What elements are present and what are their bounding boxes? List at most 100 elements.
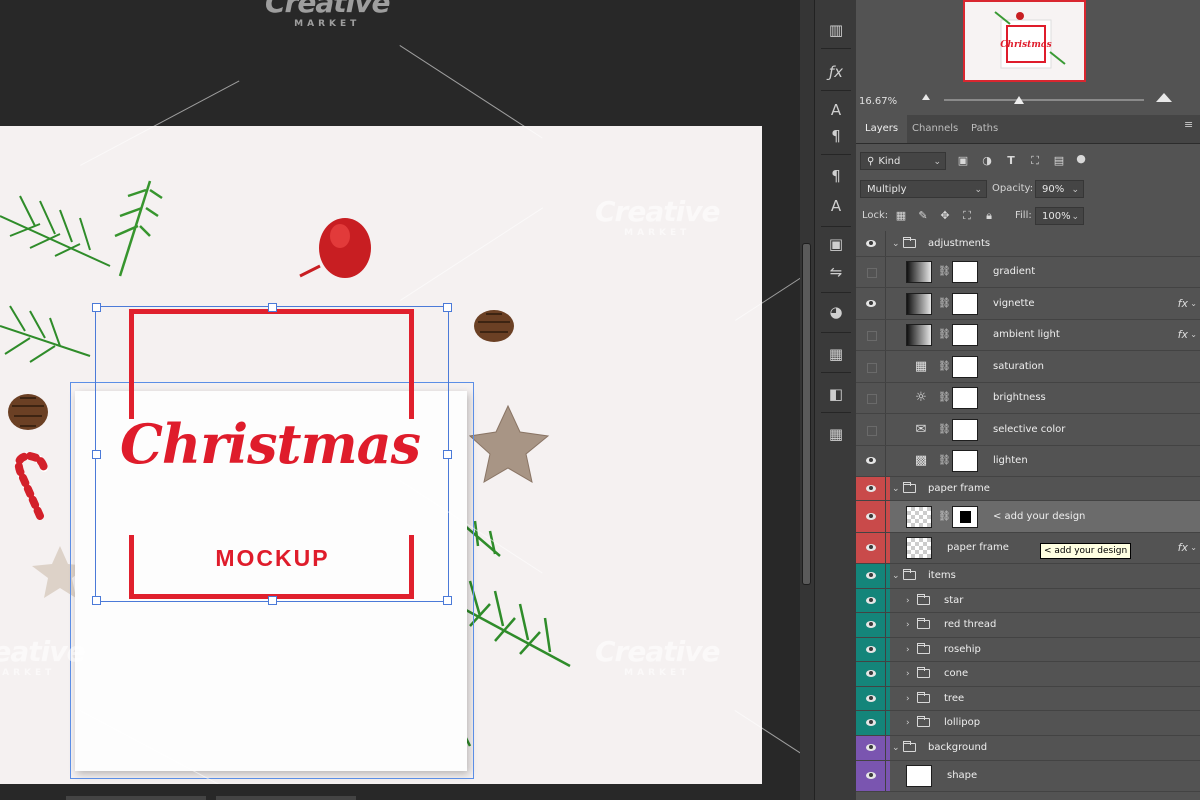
layer-name[interactable]: red thread <box>944 618 996 632</box>
expand-caret-icon[interactable]: ⌄ <box>892 483 900 495</box>
link-icon[interactable]: ⛓ <box>938 391 951 405</box>
transform-handle-left[interactable] <box>92 450 101 459</box>
visibility-toggle[interactable] <box>856 761 886 791</box>
layer-row[interactable]: ⌄ adjustments <box>856 231 1200 257</box>
visibility-toggle[interactable] <box>856 351 886 382</box>
histogram-icon[interactable]: ▥ <box>823 18 849 42</box>
layer-name[interactable]: gradient <box>993 265 1035 279</box>
link-icon[interactable]: ⛓ <box>938 265 951 279</box>
layer-row[interactable]: › rosehip <box>856 638 1200 662</box>
layer-name[interactable]: paper frame <box>947 541 1009 555</box>
effects-fx-icon[interactable]: fx <box>1178 328 1188 342</box>
transform-handle-top-right[interactable] <box>443 303 452 312</box>
layer-row[interactable]: › tree <box>856 687 1200 711</box>
visibility-toggle[interactable] <box>856 711 886 735</box>
layer-row[interactable]: ⛓ < add your design <box>856 501 1200 533</box>
layer-name[interactable]: paper frame <box>928 482 990 496</box>
layer-name[interactable]: saturation <box>993 360 1044 374</box>
transform-handle-bottom-right[interactable] <box>443 596 452 605</box>
visibility-toggle[interactable] <box>856 613 886 637</box>
visibility-toggle[interactable] <box>856 257 886 287</box>
transform-bounding-box[interactable] <box>95 306 449 602</box>
transform-handle-bottom-left[interactable] <box>92 596 101 605</box>
layer-name[interactable]: rosehip <box>944 643 981 657</box>
expand-caret-icon[interactable]: ⌄ <box>892 570 900 582</box>
layer-name[interactable]: selective color <box>993 423 1065 437</box>
visibility-toggle[interactable] <box>856 736 886 760</box>
layer-name[interactable]: vignette <box>993 297 1035 311</box>
transform-handle-top[interactable] <box>268 303 277 312</box>
layer-row[interactable]: ⛓ vignette fx ⌄ <box>856 288 1200 320</box>
layer-name[interactable]: < add your design <box>993 510 1085 524</box>
visibility-toggle[interactable] <box>856 477 886 500</box>
paragraph-styles-icon[interactable]: ¶ <box>823 164 849 188</box>
link-icon[interactable]: ⛓ <box>938 510 951 524</box>
link-icon[interactable]: ⛓ <box>938 423 951 437</box>
scrollbar-thumb[interactable] <box>802 243 811 585</box>
layer-row[interactable]: paper frame fx ⌄ <box>856 533 1200 564</box>
swatches-palette-icon[interactable]: ◕ <box>823 300 849 324</box>
layer-row[interactable]: ⛓ gradient <box>856 257 1200 288</box>
visibility-toggle[interactable] <box>856 414 886 445</box>
layer-name[interactable]: star <box>944 594 963 608</box>
layer-row[interactable]: ⌄ items <box>856 564 1200 589</box>
layer-row[interactable]: shape <box>856 761 1200 792</box>
visibility-toggle[interactable] <box>856 446 886 476</box>
visibility-toggle[interactable] <box>856 687 886 710</box>
visibility-toggle[interactable] <box>856 638 886 661</box>
transform-handle-right[interactable] <box>443 450 452 459</box>
layer-name[interactable]: lollipop <box>944 716 980 730</box>
layer-name[interactable]: lighten <box>993 454 1028 468</box>
canvas-vertical-scrollbar[interactable] <box>800 0 814 800</box>
layer-name[interactable]: cone <box>944 667 968 681</box>
layer-name[interactable]: adjustments <box>928 237 990 251</box>
effects-fx-icon[interactable]: fx <box>1178 297 1188 311</box>
table-icon[interactable]: ▦ <box>823 422 849 446</box>
chevron-down-icon[interactable]: ⌄ <box>1190 298 1197 310</box>
chevron-down-icon[interactable]: ⌄ <box>1190 329 1197 341</box>
link-icon[interactable]: ⛓ <box>938 297 951 311</box>
grid-icon[interactable]: ▦ <box>823 342 849 366</box>
layer-name[interactable]: shape <box>947 769 977 783</box>
layer-name[interactable]: brightness <box>993 391 1046 405</box>
visibility-toggle[interactable] <box>856 231 886 256</box>
expand-caret-icon[interactable]: ⌄ <box>892 742 900 754</box>
layer-row[interactable]: ⌄ paper frame <box>856 477 1200 501</box>
expand-caret-icon[interactable]: ⌄ <box>892 238 900 250</box>
expand-caret-icon[interactable]: › <box>906 693 910 705</box>
layer-row[interactable]: ✉ ⛓ selective color <box>856 414 1200 446</box>
layer-row[interactable]: ▩ ⛓ lighten <box>856 446 1200 477</box>
adjustments-icon[interactable]: ⇋ <box>823 260 849 284</box>
paragraph-icon[interactable]: ¶ <box>823 124 849 148</box>
styles-fx-icon[interactable]: ƒx <box>823 60 849 84</box>
expand-caret-icon[interactable]: › <box>906 619 910 631</box>
visibility-toggle[interactable] <box>856 564 886 588</box>
visibility-toggle[interactable] <box>856 662 886 686</box>
layer-name[interactable]: ambient light <box>993 328 1060 342</box>
layer-row[interactable]: ▦ ⛓ saturation <box>856 351 1200 383</box>
expand-caret-icon[interactable]: › <box>906 595 910 607</box>
expand-caret-icon[interactable]: › <box>906 717 910 729</box>
chevron-down-icon[interactable]: ⌄ <box>1190 542 1197 554</box>
visibility-toggle[interactable] <box>856 288 886 319</box>
expand-caret-icon[interactable]: › <box>906 668 910 680</box>
layer-name[interactable]: tree <box>944 692 964 706</box>
visibility-toggle[interactable] <box>856 533 886 563</box>
gradients-icon[interactable]: ◧ <box>823 382 849 406</box>
character-styles-icon[interactable]: A <box>823 194 849 218</box>
link-icon[interactable]: ⛓ <box>938 454 951 468</box>
layer-name[interactable]: items <box>928 569 956 583</box>
layer-row[interactable]: › lollipop <box>856 711 1200 736</box>
document-canvas[interactable]: Christmas MOCKUP Creative MARKET Creative… <box>0 0 808 800</box>
layer-row[interactable]: ☼ ⛓ brightness <box>856 383 1200 414</box>
layer-row[interactable]: › cone <box>856 662 1200 687</box>
layer-row[interactable]: ⌄ background <box>856 736 1200 761</box>
transform-handle-top-left[interactable] <box>92 303 101 312</box>
visibility-toggle[interactable] <box>856 383 886 413</box>
visibility-toggle[interactable] <box>856 501 886 532</box>
transform-handle-bottom[interactable] <box>268 596 277 605</box>
link-icon[interactable]: ⛓ <box>938 360 951 374</box>
expand-caret-icon[interactable]: › <box>906 644 910 656</box>
character-icon[interactable]: A <box>823 98 849 122</box>
layer-name[interactable]: background <box>928 741 987 755</box>
